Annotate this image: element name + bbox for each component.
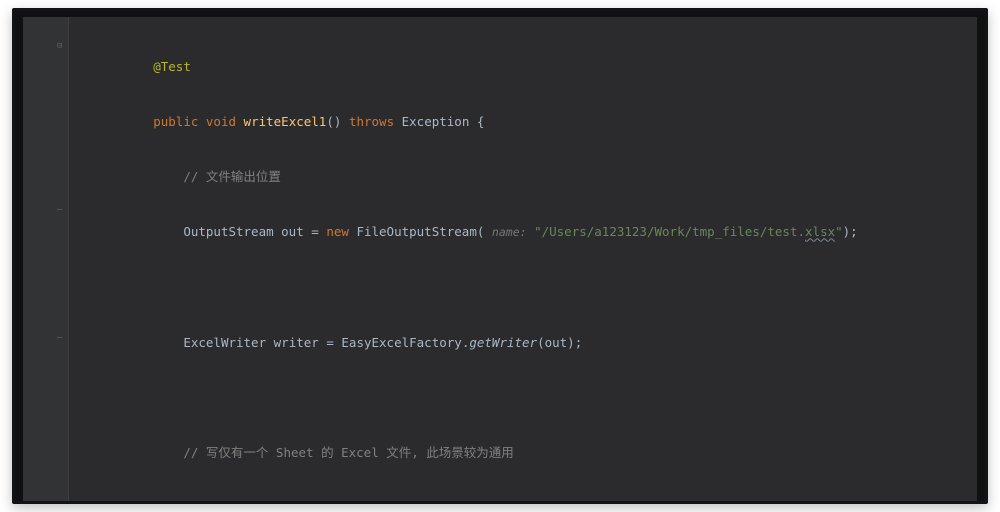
keyword: public — [153, 114, 198, 129]
op: = — [326, 335, 334, 350]
var: writer — [274, 335, 319, 350]
fold-marker-icon: — — [57, 333, 62, 343]
punct: .class); — [661, 501, 721, 504]
code-line — [93, 279, 858, 297]
type: OutputStream — [183, 224, 273, 239]
code-line: public void writeExcel1() throws Excepti… — [93, 113, 858, 131]
param-hint: sheetNo: — [379, 502, 434, 504]
ctor: Sheet — [326, 501, 364, 504]
editor-window: ⊟ — — @Test public void writeExcel1() th… — [12, 8, 988, 504]
punct: { — [477, 114, 485, 129]
op: = — [311, 224, 319, 239]
type: WriteModel — [585, 501, 660, 504]
code-editor[interactable]: ⊟ — — @Test public void writeExcel1() th… — [23, 17, 977, 501]
number: 0 — [563, 501, 571, 504]
keyword: throws — [349, 114, 394, 129]
code-line: ExcelWriter writer = EasyExcelFactory.ge… — [93, 334, 858, 352]
punct: ); — [843, 224, 858, 239]
ctor: FileOutputStream — [356, 224, 476, 239]
var: out — [281, 224, 304, 239]
comment: // 写仅有一个 Sheet 的 Excel 文件, 此场景较为通用 — [183, 445, 514, 460]
code-line: Sheet sheet1 = new Sheet( sheetNo: 1, he… — [93, 500, 858, 504]
static-method: getWriter — [469, 335, 537, 350]
code-line: // 写仅有一个 Sheet 的 Excel 文件, 此场景较为通用 — [93, 444, 858, 462]
type: EasyExcelFactory — [341, 335, 461, 350]
code-line — [93, 389, 858, 407]
type: ExcelWriter — [183, 335, 266, 350]
keyword: void — [206, 114, 236, 129]
fold-marker-icon: — — [57, 205, 62, 215]
code-line: // 文件输出位置 — [93, 168, 858, 186]
param-hint: headLineMun: — [472, 502, 555, 504]
punct: (out); — [537, 335, 582, 350]
op: = — [281, 501, 289, 504]
keyword: new — [296, 501, 319, 504]
punct: () — [326, 114, 341, 129]
param-hint: name: — [492, 225, 527, 239]
type: Exception — [402, 114, 470, 129]
gutter: ⊟ — — — [23, 17, 69, 501]
comment: // 文件输出位置 — [183, 169, 281, 184]
code-area[interactable]: @Test public void writeExcel1() throws E… — [69, 17, 858, 501]
fold-open-icon[interactable]: ⊟ — [57, 41, 62, 51]
code-line: OutputStream out = new FileOutputStream(… — [93, 223, 858, 241]
number: 1 — [442, 501, 450, 504]
var: sheet1 — [228, 501, 273, 504]
type: Sheet — [183, 501, 221, 504]
punct: , — [450, 501, 458, 504]
keyword: new — [326, 224, 349, 239]
string: " — [835, 224, 843, 239]
annotation: @Test — [153, 59, 191, 74]
method-name: writeExcel1 — [244, 114, 327, 129]
string: "/Users/a123123/Work/tmp_files/test. — [534, 224, 805, 239]
code-line: @Test — [93, 58, 858, 76]
punct: , — [570, 501, 578, 504]
string-underlined: xlsx — [805, 224, 835, 239]
